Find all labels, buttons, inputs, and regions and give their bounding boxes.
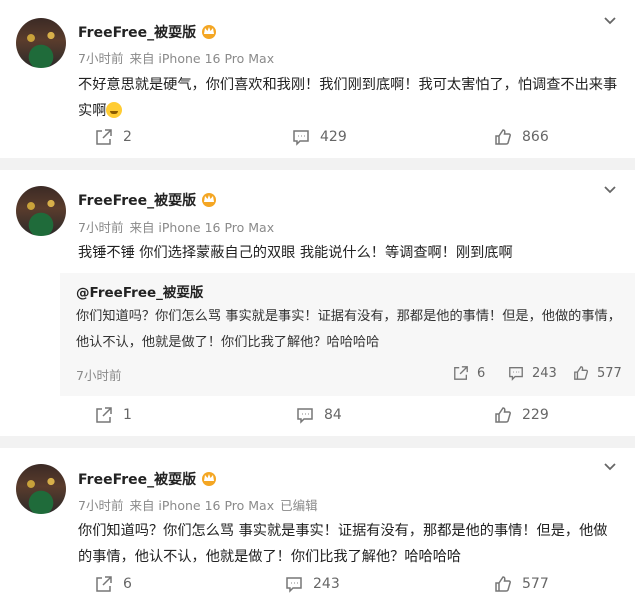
post-card: FreeFree_被耍版 7小时前 来自 iPhone 16 Pro Max 我锤… (0, 170, 635, 436)
quoted-like-button[interactable]: 577 (573, 365, 622, 381)
like-button[interactable]: 229 (494, 406, 549, 424)
like-count: 577 (522, 576, 549, 592)
like-count: 229 (522, 407, 549, 423)
thumbs-up-icon (495, 576, 511, 592)
like-button[interactable]: 577 (494, 575, 549, 593)
avatar[interactable] (16, 464, 66, 514)
post-source: 来自 iPhone 16 Pro Max (129, 51, 275, 66)
comment-button[interactable]: 84 (296, 406, 342, 424)
share-count: 1 (123, 407, 132, 423)
avatar[interactable] (16, 18, 66, 68)
post-meta: 7小时前 来自 iPhone 16 Pro Max 已编辑 (78, 495, 324, 514)
quoted-mention[interactable]: @FreeFree_被耍版 (76, 281, 203, 301)
quoted-comment-button[interactable]: 243 (508, 365, 557, 381)
quoted-text: 你们知道吗？你们怎么骂 事实就是事实！证据有没有，那都是他的事情！但是，他做的事… (76, 309, 621, 350)
share-count: 6 (123, 576, 132, 592)
comment-icon (509, 367, 523, 381)
post-source: 来自 iPhone 16 Pro Max (129, 498, 275, 513)
comment-icon (297, 408, 313, 424)
avatar[interactable] (16, 186, 66, 236)
comment-button[interactable]: 429 (292, 128, 347, 146)
crown-badge-icon (202, 193, 217, 207)
comment-count: 243 (313, 576, 340, 592)
share-button[interactable]: 6 (95, 575, 132, 593)
post-time: 7小时前 (78, 51, 124, 66)
quoted-like-count: 577 (597, 365, 622, 381)
comment-icon (293, 130, 309, 146)
comment-count: 429 (320, 129, 347, 145)
share-icon (96, 576, 112, 592)
username[interactable]: FreeFree_被耍版 (78, 469, 218, 489)
post-time: 7小时前 (78, 220, 124, 235)
post-meta: 7小时前 来自 iPhone 16 Pro Max (78, 48, 280, 67)
like-button[interactable]: 866 (494, 128, 549, 146)
post-actions: 2 429 866 (0, 128, 635, 152)
quoted-share-button[interactable]: 6 (453, 365, 485, 381)
username[interactable]: FreeFree_被耍版 (78, 22, 218, 42)
thumbs-up-icon (495, 407, 511, 423)
edited-label: 已编辑 (280, 498, 318, 513)
share-icon (454, 366, 468, 380)
post-actions: 6 243 577 (0, 575, 635, 599)
share-button[interactable]: 2 (95, 128, 132, 146)
post-text: 不好意思就是硬气，你们喜欢和我刚！我们刚到底啊！我可太害怕了，怕调查不出来事实啊 (78, 77, 618, 119)
chevron-down-icon[interactable] (603, 16, 617, 26)
post-actions: 1 84 229 (0, 406, 635, 430)
chevron-down-icon[interactable] (603, 462, 617, 472)
thumbs-up-icon (495, 129, 511, 145)
post-time: 7小时前 (78, 498, 124, 513)
share-button[interactable]: 1 (95, 406, 132, 424)
comment-icon (286, 577, 302, 593)
post-text: 我锤不锤 你们选择蒙蔽自己的双眼 我能说什么！等调查啊！刚到底啊 (78, 245, 513, 261)
share-icon (96, 129, 112, 145)
post-text: 你们知道吗？你们怎么骂 事实就是事实！证据有没有，那都是他的事情！但是，他做的事… (78, 523, 608, 565)
share-icon (96, 407, 112, 423)
comment-count: 84 (324, 407, 342, 423)
post-source: 来自 iPhone 16 Pro Max (129, 220, 275, 235)
username[interactable]: FreeFree_被耍版 (78, 190, 218, 210)
like-count: 866 (522, 129, 549, 145)
post-card: FreeFree_被耍版 7小时前 来自 iPhone 16 Pro Max 不好… (0, 0, 635, 158)
crown-badge-icon (202, 472, 217, 486)
quoted-time: 7小时前 (76, 368, 122, 383)
quoted-share-count: 6 (477, 365, 486, 381)
share-count: 2 (123, 129, 132, 145)
quoted-post[interactable]: @FreeFree_被耍版 你们知道吗？你们怎么骂 事实就是事实！证据有没有，那… (60, 273, 635, 396)
crying-emoji-icon (106, 102, 123, 118)
thumbs-up-icon (574, 366, 589, 380)
quoted-comment-count: 243 (532, 365, 557, 381)
post-meta: 7小时前 来自 iPhone 16 Pro Max (78, 217, 280, 236)
chevron-down-icon[interactable] (603, 185, 617, 195)
crown-badge-icon (202, 25, 217, 39)
post-card: FreeFree_被耍版 7小时前 来自 iPhone 16 Pro Max 已编辑… (0, 448, 635, 600)
comment-button[interactable]: 243 (285, 575, 340, 593)
